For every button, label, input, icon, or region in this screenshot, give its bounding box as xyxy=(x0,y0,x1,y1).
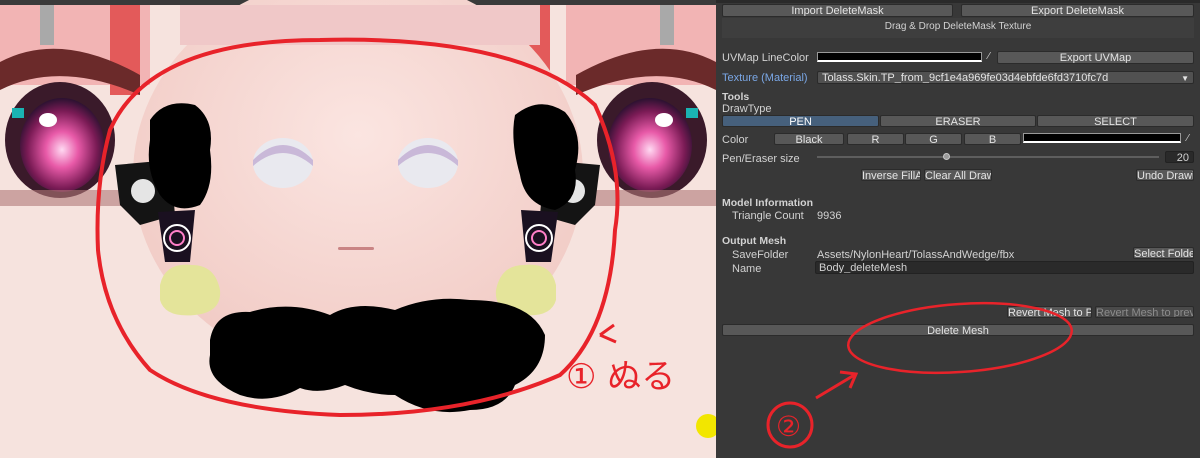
annotation-overlay-right: ② xyxy=(766,301,1074,449)
uvmap-color-swatch[interactable] xyxy=(817,52,982,62)
texture-material-label: Texture (Material) xyxy=(722,72,808,84)
export-deletemask-button[interactable]: Export DeleteMask xyxy=(961,4,1194,17)
texture-canvas[interactable]: ① ぬる xyxy=(0,0,716,458)
name-field[interactable]: Body_deleteMesh xyxy=(815,261,1194,274)
texture-select-value: Tolass.Skin.TP_from_9cf1e4a969fe03d4ebfd… xyxy=(822,72,1109,84)
top-strip xyxy=(716,0,1200,3)
eyedropper-icon[interactable]: ⁄ xyxy=(1183,133,1193,145)
inspector-panel: Import DeleteMask Export DeleteMask Drag… xyxy=(716,0,1200,458)
clear-all-drawing-button[interactable]: Clear All Drawing xyxy=(924,169,992,181)
drop-area[interactable]: Drag & Drop DeleteMask Texture xyxy=(722,18,1194,38)
tools-header: Tools xyxy=(722,91,750,103)
import-deletemask-button[interactable]: Import DeleteMask xyxy=(722,4,953,17)
revert-mesh-to-prefab-button[interactable]: Revert Mesh to Prefab xyxy=(1007,306,1092,318)
model-information-header: Model Information xyxy=(722,197,813,209)
revert-mesh-to-previously-button: Revert Mesh to previously xyxy=(1095,306,1194,318)
color-black-button[interactable]: Black xyxy=(774,133,844,145)
texture-select[interactable]: Tolass.Skin.TP_from_9cf1e4a969fe03d4ebfd… xyxy=(817,71,1194,84)
savefolder-value: Assets/NylonHeart/TolassAndWedge/fbx xyxy=(817,249,1015,261)
drawtype-tab-pen[interactable]: PEN xyxy=(722,115,879,127)
color-r-button[interactable]: R xyxy=(847,133,904,145)
name-label: Name xyxy=(732,263,762,275)
inverse-fillarea-button[interactable]: Inverse FillArea xyxy=(861,169,921,181)
eyedropper-icon[interactable]: ⁄ xyxy=(984,51,994,63)
arrow-annotation-right xyxy=(815,370,859,400)
texture-image[interactable] xyxy=(0,0,716,458)
triangle-count-label: Triangle Count xyxy=(732,210,804,222)
color-label: Color xyxy=(722,134,749,146)
savefolder-label: SaveFolder xyxy=(732,249,789,261)
pen-color-swatch[interactable] xyxy=(1023,133,1181,143)
triangle-count-value: 9936 xyxy=(817,210,842,222)
output-mesh-header: Output Mesh xyxy=(722,235,787,247)
select-folder-button[interactable]: Select Folder xyxy=(1133,247,1194,259)
uvmap-linecolor-label: UVMap LineColor xyxy=(722,52,809,64)
pen-size-slider[interactable] xyxy=(817,156,1159,158)
color-b-button[interactable]: B xyxy=(964,133,1021,145)
pen-size-field[interactable]: 20 xyxy=(1165,151,1194,163)
drawtype-tab-select[interactable]: SELECT xyxy=(1037,115,1194,127)
chevron-down-icon: ▼ xyxy=(1181,74,1189,83)
pen-eraser-size-label: Pen/Eraser size xyxy=(722,153,800,165)
undo-drawing-button[interactable]: Undo Drawing xyxy=(1136,169,1194,181)
drawtype-label: DrawType xyxy=(722,103,772,115)
export-uvmap-button[interactable]: Export UVMap xyxy=(997,51,1194,64)
annotation-note-2: ② xyxy=(776,410,801,443)
drawtype-tab-eraser[interactable]: ERASER xyxy=(880,115,1036,127)
annotation-circle-2 xyxy=(766,401,814,449)
delete-mesh-button[interactable]: Delete Mesh xyxy=(722,324,1194,336)
pen-size-slider-thumb[interactable] xyxy=(942,153,950,160)
color-g-button[interactable]: G xyxy=(905,133,962,145)
